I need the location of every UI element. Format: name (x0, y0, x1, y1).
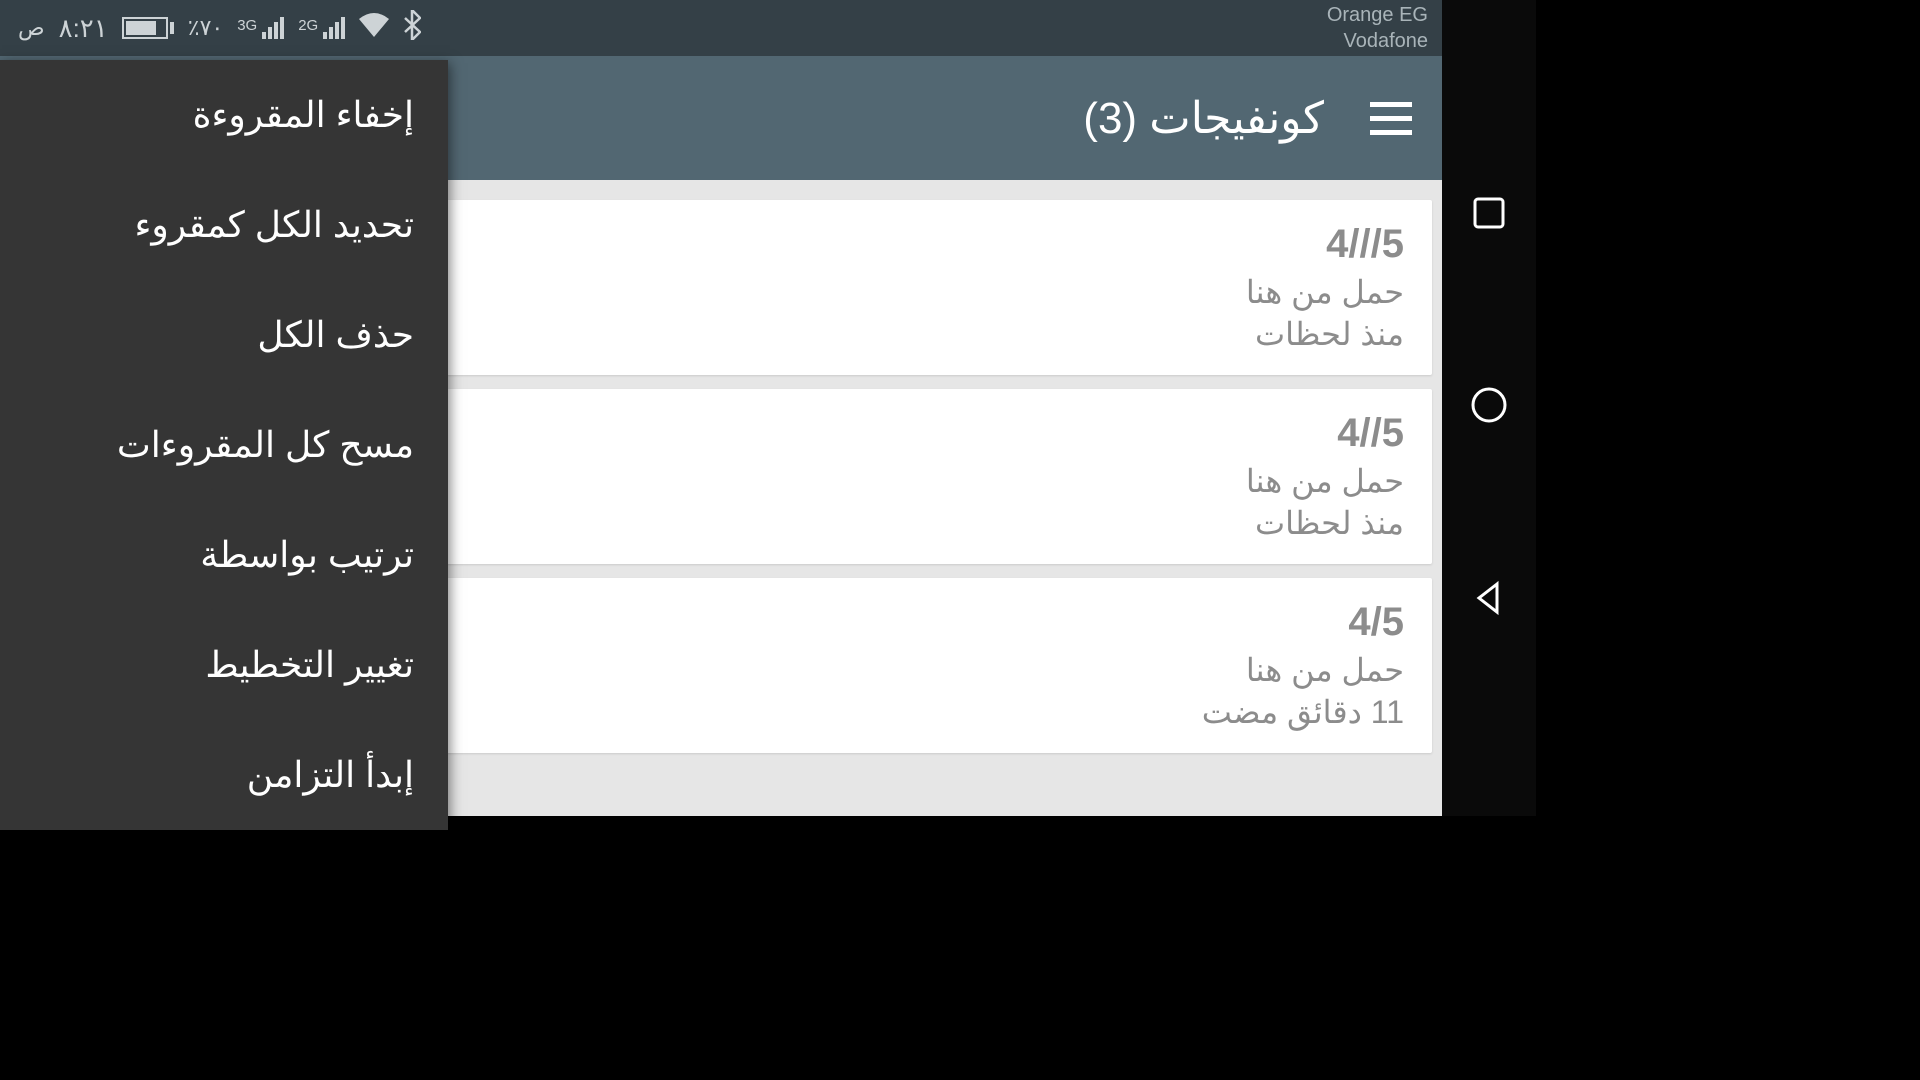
menu-item-mark-all-read[interactable]: تحديد الكل كمقروء (0, 170, 448, 280)
recent-apps-button[interactable] (1471, 195, 1507, 236)
menu-item-sort-by[interactable]: ترتيب بواسطة (0, 500, 448, 610)
signal-1: 3G (237, 17, 284, 39)
signal-2-gen: 2G (298, 17, 318, 34)
status-time: ٨:٢١ (59, 13, 108, 44)
carrier-1: Orange EG (1327, 2, 1428, 28)
menu-item-change-layout[interactable]: تغيير التخطيط (0, 610, 448, 720)
signal-1-gen: 3G (237, 17, 257, 34)
menu-icon[interactable] (1370, 102, 1412, 135)
carrier-2: Vodafone (1343, 28, 1428, 54)
status-bar: ص ٨:٢١ ٪٧٠ 3G 2G Orange EG Vodafone (0, 0, 1442, 56)
page-title: كونفيجات (3) (1083, 93, 1324, 144)
overflow-menu: إخفاء المقروءة تحديد الكل كمقروء حذف الك… (0, 60, 448, 830)
menu-item-start-sync[interactable]: إبدأ التزامن (0, 720, 448, 830)
battery-percent: ٪٧٠ (188, 15, 223, 41)
battery-icon (122, 17, 174, 39)
back-button[interactable] (1471, 580, 1507, 621)
system-nav-bar (1442, 0, 1536, 816)
bluetooth-icon (403, 10, 421, 46)
menu-item-delete-all[interactable]: حذف الكل (0, 280, 448, 390)
menu-item-hide-read[interactable]: إخفاء المقروءة (0, 60, 448, 170)
menu-item-clear-read[interactable]: مسح كل المقروءات (0, 390, 448, 500)
home-button[interactable] (1469, 385, 1509, 430)
status-ampm: ص (18, 15, 45, 41)
signal-2: 2G (298, 17, 345, 39)
wifi-icon (359, 13, 389, 43)
